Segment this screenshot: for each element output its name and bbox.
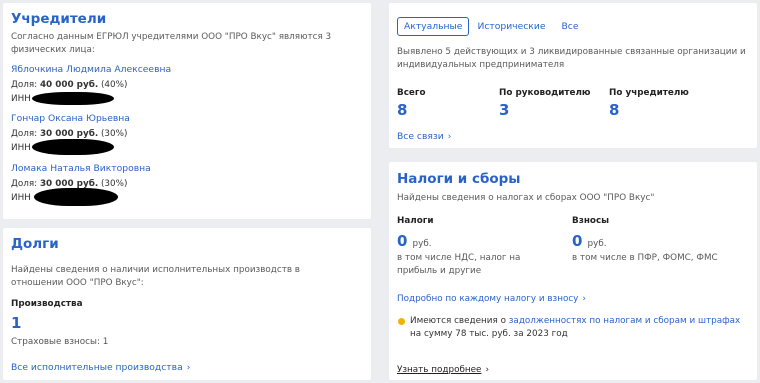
share-label: Доля: — [11, 129, 38, 139]
warning-dot-icon — [398, 318, 405, 325]
tax-debt-link[interactable]: задолженностях по налогам и сборам и штр… — [509, 316, 741, 326]
stat-value-link[interactable]: 8 — [609, 101, 619, 119]
proceedings-label: Производства — [11, 299, 83, 309]
learn-more-label: Узнать подробнее — [397, 365, 482, 375]
redaction-mark — [32, 92, 114, 105]
all-connections-label: Все связи — [397, 131, 444, 142]
stat-value-link[interactable]: 3 — [499, 101, 509, 119]
share-amount: 40 000 руб. — [39, 80, 99, 90]
tab-all[interactable]: Все — [561, 18, 578, 35]
founder-name-link[interactable]: Гончар Оксана Юрьевна — [11, 113, 130, 124]
chevron-right-icon: › — [186, 363, 191, 373]
contrib-unit: руб. — [587, 239, 607, 249]
founder-inn: ИНН — [11, 94, 31, 104]
contrib-amount: 0 руб. — [572, 231, 607, 250]
learn-more-link[interactable]: Узнать подробнее › — [397, 357, 489, 376]
founder-inn: ИНН — [11, 143, 31, 153]
debts-card: Долги Найдены сведения о наличии исполни… — [3, 228, 371, 380]
debts-title: Долги — [11, 236, 59, 252]
share-percent: (30%) — [100, 179, 128, 189]
founder-inn: ИНН — [11, 193, 31, 203]
insurance-note: Страховые взносы: 1 — [11, 337, 109, 347]
all-proceedings-label: Все исполнительные производства — [11, 362, 183, 373]
tax-debt-notice: Имеются сведения о задолженностях по нал… — [397, 315, 755, 340]
founders-intro: Согласно данным ЕГРЮЛ учредителями ООО "… — [11, 32, 332, 55]
taxes-card: Налоги и сборы Найдены сведения о налога… — [389, 162, 757, 380]
taxes-unit: руб. — [412, 239, 432, 249]
redaction-mark — [34, 188, 118, 206]
contrib-value: 0 — [572, 232, 583, 250]
founders-title: Учредители — [11, 11, 107, 27]
tax-debt-suffix: на сумму 78 тыс. руб. за 2023 год — [410, 328, 568, 339]
chevron-right-icon: › — [447, 132, 452, 142]
tab-current[interactable]: Актуальные — [397, 17, 470, 36]
share-percent: (40%) — [100, 80, 128, 90]
connections-intro: Выявлено 5 действующих и 3 ликвидированн… — [397, 47, 746, 70]
share-percent: (30%) — [100, 129, 128, 139]
founder-share: Доля: 30 000 руб. (30%) — [11, 129, 127, 139]
stat-label: Всего — [397, 88, 426, 98]
taxes-intro: Найдены сведения о налогах и сборах ООО … — [397, 193, 655, 203]
tax-detail-link[interactable]: Подробно по каждому налогу и взносу › — [397, 286, 586, 305]
chevron-right-icon: › — [485, 365, 490, 375]
taxes-note: в том числе НДС, налог на прибыль и друг… — [397, 253, 521, 276]
share-label: Доля: — [11, 80, 38, 90]
proceedings-count: 1 — [11, 314, 22, 332]
taxes-amount: 0 руб. — [397, 231, 432, 250]
taxes-value: 0 — [397, 232, 408, 250]
tax-debt-prefix: Имеются сведения о — [410, 316, 506, 326]
founders-card: Учредители Согласно данным ЕГРЮЛ учредит… — [3, 3, 371, 219]
all-proceedings-link[interactable]: Все исполнительные производства › — [11, 355, 190, 374]
share-label: Доля: — [11, 179, 38, 189]
chevron-right-icon: › — [582, 294, 586, 304]
share-amount: 30 000 руб. — [39, 129, 99, 139]
stat-value-link[interactable]: 8 — [397, 101, 407, 119]
founder-share: Доля: 40 000 руб. (40%) — [11, 80, 127, 90]
all-connections-link[interactable]: Все связи › — [397, 124, 451, 143]
connections-card: Актуальные Исторические Все Выявлено 5 д… — [389, 3, 757, 148]
contrib-label: Взносы — [572, 216, 610, 226]
contrib-note: в том числе в ПФР, ФОМС, ФМС — [572, 253, 718, 263]
taxes-title: Налоги и сборы — [397, 171, 521, 187]
redaction-mark — [32, 139, 114, 155]
debts-intro: Найдены сведения о наличии исполнительны… — [11, 265, 300, 288]
stat-label: По учредителю — [609, 88, 689, 98]
taxes-label: Налоги — [397, 216, 434, 226]
stat-label: По руководителю — [499, 88, 591, 98]
connections-tabs: Актуальные Исторические Все — [397, 17, 579, 36]
tax-detail-label: Подробно по каждому налогу и взносу — [397, 294, 579, 304]
tab-historical[interactable]: Исторические — [477, 18, 545, 35]
founder-name-link[interactable]: Яблочкина Людмила Алексеевна — [11, 64, 171, 75]
founder-name-link[interactable]: Ломака Наталья Викторовна — [11, 163, 151, 174]
